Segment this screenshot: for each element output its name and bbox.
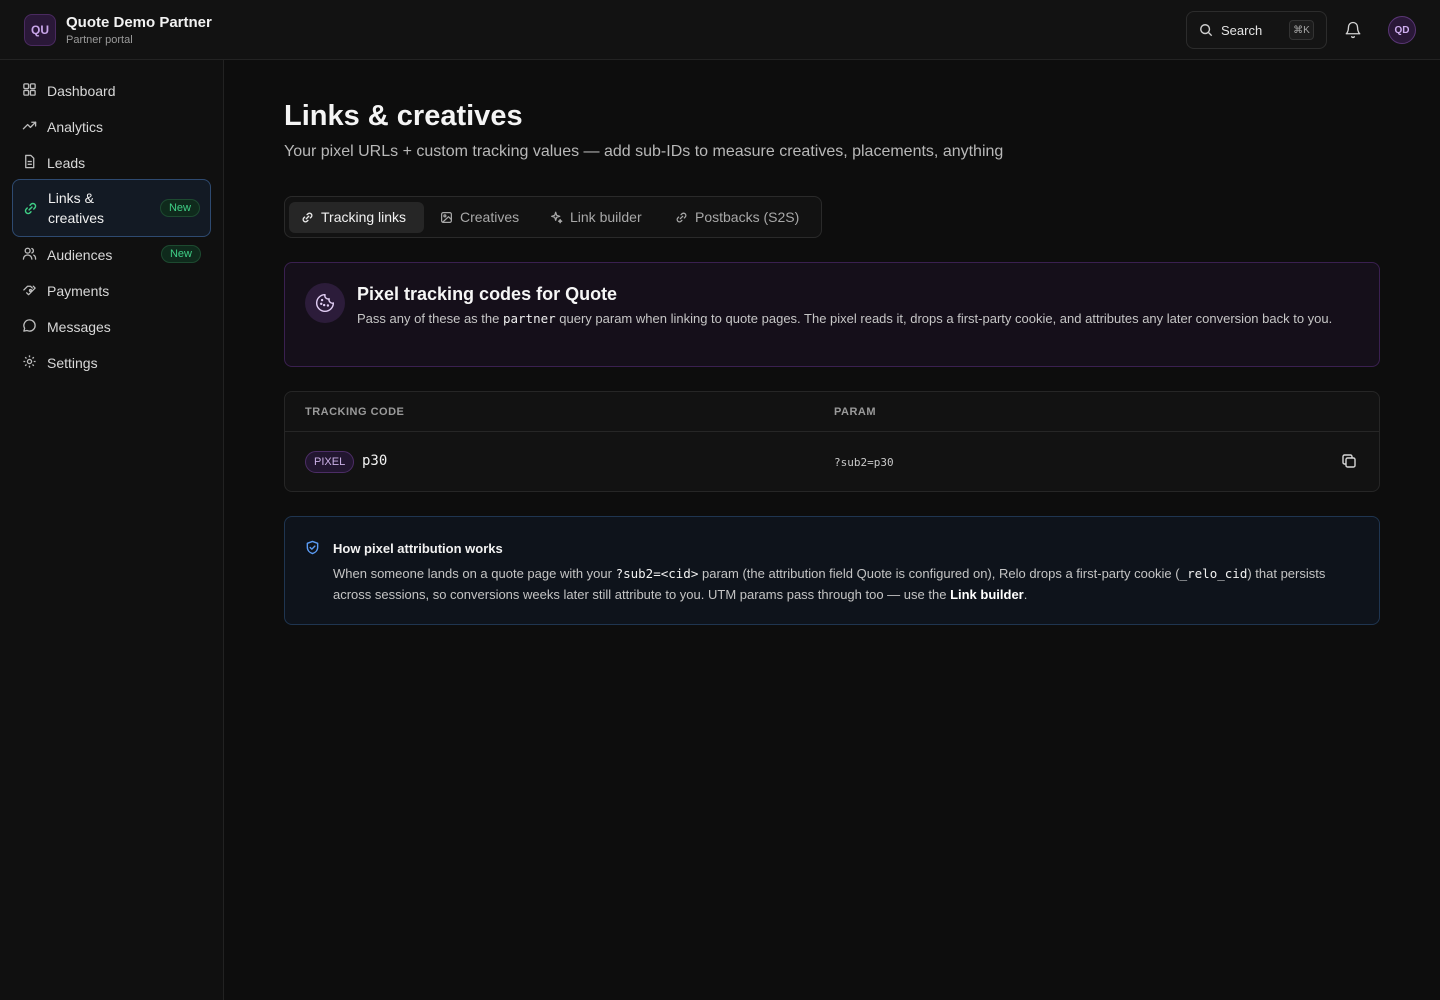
gear-icon xyxy=(23,355,36,368)
help-title: How pixel attribution works xyxy=(333,541,503,556)
link-icon xyxy=(24,202,37,215)
user-avatar[interactable]: QD xyxy=(1388,16,1416,44)
sidebar-item-links-creatives[interactable]: Links & creatives New xyxy=(12,179,211,237)
sidebar-item-audiences[interactable]: Audiences New xyxy=(12,237,211,271)
sparkle-icon xyxy=(551,211,563,224)
pixel-card-title: Pixel tracking codes for Quote xyxy=(357,284,618,304)
divider xyxy=(285,431,1379,432)
search-icon xyxy=(1200,24,1213,37)
sidebar-item-label: Dashboard xyxy=(47,83,116,99)
sidebar-item-label: Audiences xyxy=(47,247,113,263)
sidebar-item-label: Messages xyxy=(47,319,111,335)
page-title: Links & creatives xyxy=(284,100,523,132)
new-badge: New xyxy=(160,245,201,263)
copy-icon[interactable] xyxy=(1341,453,1357,469)
tab-label: Postbacks (S2S) xyxy=(695,209,800,225)
top-bar: QU Quote Demo Partner Partner portal Sea… xyxy=(0,0,1440,60)
sidebar-item-label: Settings xyxy=(47,355,98,371)
type-badge: PIXEL xyxy=(305,451,355,473)
search-label: Search xyxy=(1221,23,1263,38)
tab-creatives[interactable]: Creatives xyxy=(428,202,535,233)
link-icon xyxy=(302,212,313,223)
sidebar: Dashboard Analytics Leads Links & creati… xyxy=(0,60,224,1000)
sidebar-item-settings[interactable]: Settings xyxy=(12,345,211,379)
org-subtitle: Partner portal xyxy=(66,34,133,46)
grid-icon xyxy=(23,83,36,96)
tracking-code: p30 xyxy=(362,453,388,469)
bell-icon[interactable] xyxy=(1344,21,1362,39)
sidebar-item-label: Leads xyxy=(47,155,86,171)
org-name: Quote Demo Partner xyxy=(66,14,212,31)
page-subtitle: Your pixel URLs + custom tracking values… xyxy=(284,143,1004,160)
tracking-codes-table: TRACKING CODE PARAM PIXEL p30 ?sub2=p30 xyxy=(284,391,1380,492)
payments-icon xyxy=(23,285,36,296)
sidebar-item-analytics[interactable]: Analytics xyxy=(12,109,211,143)
tab-label: Link builder xyxy=(570,209,642,225)
trend-icon xyxy=(22,121,37,130)
cookie-icon xyxy=(305,283,345,323)
sidebar-item-leads[interactable]: Leads xyxy=(12,145,211,179)
column-header: PARAM xyxy=(834,406,877,418)
search-button[interactable]: Search ⌘K xyxy=(1186,11,1327,49)
org-avatar[interactable]: QU xyxy=(24,14,56,46)
param-value: ?sub2=p30 xyxy=(834,456,894,469)
search-shortcut: ⌘K xyxy=(1289,20,1314,40)
tab-bar: Tracking links Creatives Link builder Po… xyxy=(284,196,822,238)
sidebar-item-dashboard[interactable]: Dashboard xyxy=(12,73,211,107)
sidebar-item-label: Payments xyxy=(47,283,110,299)
sidebar-item-payments[interactable]: Payments xyxy=(12,273,211,307)
message-icon xyxy=(23,319,36,332)
pixel-codes-card: Pixel tracking codes for Quote Pass any … xyxy=(284,262,1380,367)
sidebar-item-label: Analytics xyxy=(47,119,104,135)
tab-tracking-links[interactable]: Tracking links xyxy=(289,202,424,233)
help-description: When someone lands on a quote page with … xyxy=(333,566,1326,602)
image-icon xyxy=(441,212,452,223)
link-icon xyxy=(676,212,687,223)
link-builder-link[interactable]: Link builder xyxy=(950,587,1024,602)
document-icon xyxy=(25,154,35,169)
column-header: TRACKING CODE xyxy=(305,406,405,418)
tab-postbacks[interactable]: Postbacks (S2S) xyxy=(663,202,813,233)
sidebar-item-label: Links & creatives xyxy=(48,190,105,226)
users-icon xyxy=(22,247,37,260)
tab-link-builder[interactable]: Link builder xyxy=(538,202,659,233)
pixel-card-description: Pass any of these as the partner query p… xyxy=(357,311,1333,326)
sidebar-item-messages[interactable]: Messages xyxy=(12,309,211,343)
attribution-help-card: How pixel attribution works When someone… xyxy=(284,516,1380,625)
shield-check-icon xyxy=(306,540,319,555)
tab-label: Tracking links xyxy=(321,209,407,225)
tab-label: Creatives xyxy=(460,209,520,225)
new-badge: New xyxy=(159,199,200,217)
